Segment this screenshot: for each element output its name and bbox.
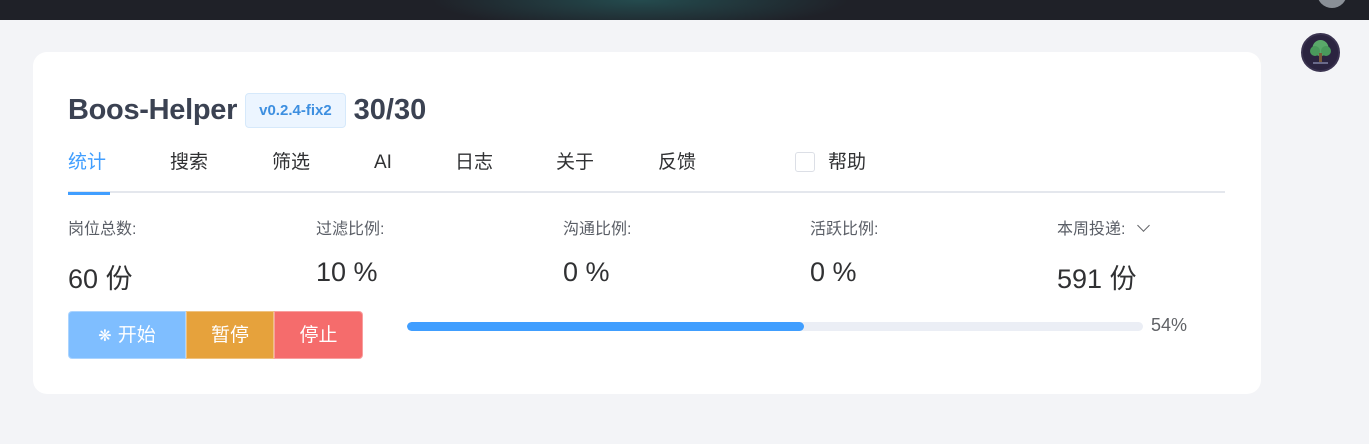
- stat-label: 沟通比例:: [563, 221, 632, 238]
- stat-label: 活跃比例:: [810, 221, 879, 238]
- tab-log[interactable]: 日志: [455, 150, 493, 193]
- version-tag: v0.2.4-fix2: [245, 92, 346, 128]
- start-button[interactable]: ❋ 开始: [68, 311, 186, 359]
- stop-button[interactable]: 停止: [274, 311, 363, 359]
- stat-filter-ratio: 过滤比例: 10 %: [316, 219, 384, 288]
- stat-label[interactable]: 本周投递:: [1057, 219, 1151, 241]
- tab-filter[interactable]: 筛选: [272, 150, 310, 193]
- stat-total-jobs: 岗位总数: 60 份: [68, 219, 136, 296]
- stat-value: 60 份: [68, 264, 133, 294]
- title-row: Boos-Helper v0.2.4-fix2 30/30: [68, 92, 426, 128]
- stat-value: 0 %: [563, 257, 610, 287]
- count-display: 30/30: [353, 93, 427, 126]
- stat-value: 10 %: [316, 257, 378, 287]
- stat-value: 0 %: [810, 257, 857, 287]
- stat-active-ratio: 活跃比例: 0 %: [810, 219, 878, 288]
- stat-label: 岗位总数:: [68, 221, 137, 238]
- top-bar-avatar[interactable]: [1317, 0, 1347, 8]
- browser-top-bar: [0, 0, 1369, 20]
- chevron-down-icon[interactable]: [1137, 219, 1151, 232]
- app-title: Boos-Helper: [68, 93, 238, 126]
- user-avatar[interactable]: [1301, 33, 1340, 72]
- tab-label: 统计: [68, 152, 107, 173]
- tab-feedback[interactable]: 反馈: [658, 150, 696, 193]
- control-button-group: ❋ 开始 暂停 停止: [68, 311, 363, 359]
- helper-panel: Boos-Helper v0.2.4-fix2 30/30 统计 搜索 筛选 A…: [33, 52, 1261, 394]
- loading-spinner-icon: ❋: [98, 328, 112, 345]
- avatar-tree-icon: [1303, 35, 1338, 70]
- help-label[interactable]: 帮助: [828, 150, 866, 176]
- start-label: 开始: [117, 325, 156, 346]
- active-tab-indicator: [68, 192, 110, 195]
- progress-fill: [407, 322, 805, 331]
- tab-about[interactable]: 关于: [556, 150, 594, 193]
- top-bar-glow: [430, 0, 850, 20]
- stat-chat-ratio: 沟通比例: 0 %: [563, 219, 631, 288]
- tab-ai[interactable]: AI: [374, 150, 392, 193]
- pause-button[interactable]: 暂停: [186, 311, 274, 359]
- progress-bar: [407, 322, 1143, 331]
- progress-percent: 54%: [1151, 315, 1188, 335]
- stat-label-text: 本周投递:: [1057, 221, 1126, 238]
- stat-value: 591 份: [1057, 264, 1137, 294]
- stat-weekly-delivered: 本周投递: 591 份: [1057, 219, 1151, 296]
- stat-label: 过滤比例:: [316, 221, 385, 238]
- help-checkbox[interactable]: [795, 152, 815, 172]
- tab-statistics[interactable]: 统计: [68, 150, 110, 195]
- tab-bar: 统计 搜索 筛选 AI 日志 关于 反馈 帮助: [68, 150, 1225, 195]
- tab-search[interactable]: 搜索: [170, 150, 208, 193]
